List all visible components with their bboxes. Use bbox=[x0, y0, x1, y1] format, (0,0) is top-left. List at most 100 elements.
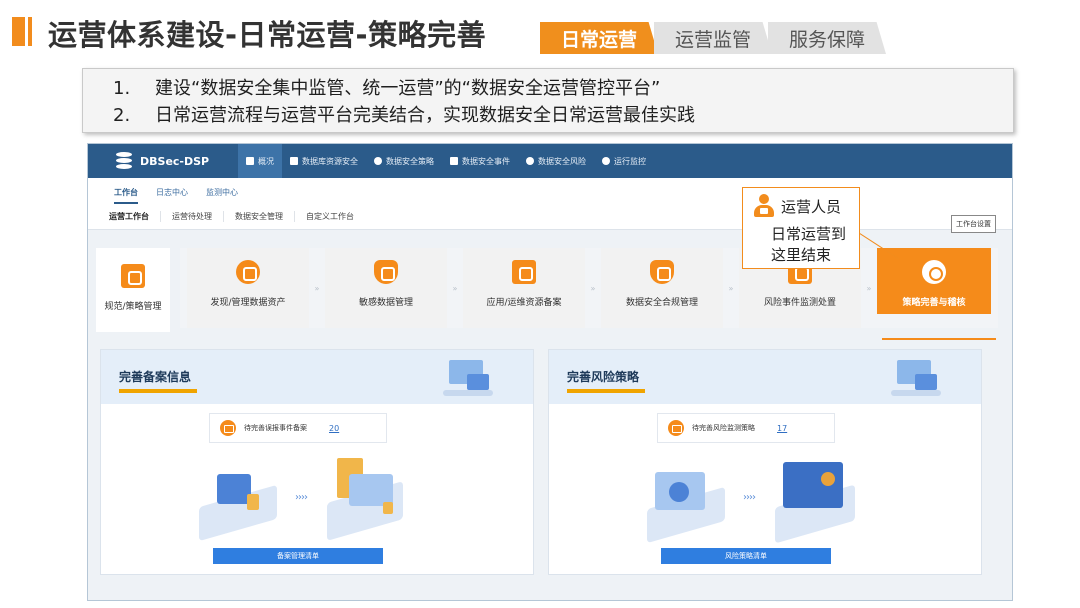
tab-daily-operation[interactable]: 日常运营 bbox=[540, 22, 658, 54]
nav-label: 数据安全策略 bbox=[386, 156, 434, 166]
point-text: 建设“数据安全集中监管、统一运营”的“数据安全运营管控平台” bbox=[155, 78, 661, 99]
flow-step-label: 数据安全合规管理 bbox=[625, 298, 698, 308]
todo-label: 待完善风险监测策略 bbox=[692, 424, 755, 432]
sub-nav: 工作台 日志中心 监测中心 bbox=[88, 178, 1012, 204]
callout-header: 运营人员 bbox=[743, 188, 859, 218]
slide-title: 运营体系建设-日常运营-策略完善 bbox=[48, 18, 487, 52]
flow-arrows-icon: ›››› bbox=[295, 492, 308, 503]
panel-filing-info: 完善备案信息 待完善误报事件备案 20 ›››› 备案管理清单 bbox=[100, 349, 534, 575]
sensitive-data-icon bbox=[374, 260, 398, 284]
brand-name: DBSec-DSP bbox=[140, 154, 210, 168]
risk-policy-list-button[interactable]: 风险策略清单 bbox=[661, 548, 831, 564]
key-point: 2. 日常运营流程与运营平台完美结合，实现数据安全日常运营最佳实践 bbox=[113, 102, 1013, 129]
mail-icon bbox=[668, 420, 684, 436]
database-icon bbox=[116, 152, 132, 170]
flow-step-label: 规范/策略管理 bbox=[104, 302, 162, 312]
flow-step-sensitive-data[interactable]: 敏感数据管理 bbox=[325, 248, 447, 328]
subnav-workbench[interactable]: 工作台 bbox=[114, 187, 138, 204]
risk-illustration: ›››› bbox=[647, 458, 887, 544]
flow-step-label: 敏感数据管理 bbox=[358, 298, 413, 308]
chevron-right-icon: » bbox=[590, 283, 596, 293]
callout-line: 这里结束 bbox=[771, 246, 832, 264]
workspace-setting-button[interactable]: 工作台设置 bbox=[951, 215, 996, 233]
policy-audit-icon bbox=[922, 260, 946, 284]
nav-runtime-monitor[interactable]: 运行监控 bbox=[594, 144, 654, 178]
flow-step-label: 应用/运维资源备案 bbox=[486, 298, 562, 308]
content-panels: 完善备案信息 待完善误报事件备案 20 ›››› 备案管理清单 完善风险策略 待… bbox=[100, 349, 990, 575]
tab-custom-workbench[interactable]: 自定义工作台 bbox=[295, 211, 365, 222]
todo-item[interactable]: 待完善风险监测策略 17 bbox=[657, 413, 835, 443]
title-accent-bar bbox=[12, 17, 32, 46]
title-underline bbox=[119, 389, 197, 393]
key-points-box: 1. 建设“数据安全集中监管、统一运营”的“数据安全运营管控平台” 2. 日常运… bbox=[82, 68, 1014, 133]
nav-overview[interactable]: 概况 bbox=[238, 144, 282, 178]
flow-step-asset-discovery[interactable]: 发现/管理数据资产 bbox=[187, 248, 309, 328]
app-brand[interactable]: DBSec-DSP bbox=[88, 152, 238, 170]
operator-callout: 运营人员 日常运营到 这里结束 bbox=[742, 187, 860, 269]
flow-step-policy[interactable]: 规范/策略管理 bbox=[96, 248, 170, 332]
callout-text: 日常运营到 这里结束 bbox=[743, 218, 859, 266]
chevron-right-icon: » bbox=[452, 283, 458, 293]
flow-step-label: 发现/管理数据资产 bbox=[210, 298, 286, 308]
filing-illustration: ›››› bbox=[199, 458, 439, 542]
asset-discovery-icon bbox=[236, 260, 260, 284]
active-step-underline bbox=[882, 338, 996, 340]
flow-step-label: 策略完善与稽核 bbox=[902, 298, 966, 308]
todo-count-link[interactable]: 20 bbox=[329, 424, 339, 433]
nav-label: 概况 bbox=[258, 156, 274, 166]
nav-database-security[interactable]: 数据库资源安全 bbox=[282, 144, 366, 178]
point-text: 日常运营流程与运营平台完美结合，实现数据安全日常运营最佳实践 bbox=[155, 105, 695, 126]
gear-icon bbox=[526, 157, 534, 165]
title-underline bbox=[567, 389, 645, 393]
operation-flow: 规范/策略管理 发现/管理数据资产 » 敏感数据管理 » 应用/运维资源备案 »… bbox=[96, 248, 998, 334]
tab-operation-workbench[interactable]: 运营工作台 bbox=[98, 211, 161, 222]
nav-label: 数据库资源安全 bbox=[302, 156, 358, 166]
resource-filing-icon bbox=[512, 260, 536, 284]
chevron-right-icon: » bbox=[728, 283, 734, 293]
panel-header: 完善备案信息 bbox=[101, 350, 533, 404]
tab-operation-supervision[interactable]: 运营监管 bbox=[654, 22, 772, 54]
panel-risk-policy: 完善风险策略 待完善风险监测策略 17 ›››› 风险策略清单 bbox=[548, 349, 982, 575]
nav-label: 数据安全事件 bbox=[462, 156, 510, 166]
slide-section-tabs: 日常运营 运营监管 服务保障 bbox=[540, 22, 886, 54]
flow-step-label: 风险事件监测处置 bbox=[763, 298, 836, 308]
key-point: 1. 建设“数据安全集中监管、统一运营”的“数据安全运营管控平台” bbox=[113, 75, 1013, 102]
workstation-illustration bbox=[891, 358, 943, 396]
panel-header: 完善风险策略 bbox=[549, 350, 981, 404]
todo-item[interactable]: 待完善误报事件备案 20 bbox=[209, 413, 387, 443]
gear-icon bbox=[602, 157, 610, 165]
flow-arrows-icon: ›››› bbox=[743, 492, 756, 503]
mail-icon bbox=[220, 420, 236, 436]
nav-security-risk[interactable]: 数据安全风险 bbox=[518, 144, 594, 178]
main-nav: 概况 数据库资源安全 数据安全策略 数据安全事件 数据安全风险 运行监控 bbox=[238, 144, 654, 178]
overview-icon bbox=[246, 157, 254, 165]
target-icon bbox=[374, 157, 382, 165]
chevron-right-icon: » bbox=[314, 283, 320, 293]
nav-security-policy[interactable]: 数据安全策略 bbox=[366, 144, 442, 178]
flow-step-compliance[interactable]: 数据安全合规管理 bbox=[601, 248, 723, 328]
flow-step-resource-filing[interactable]: 应用/运维资源备案 bbox=[463, 248, 585, 328]
dashboard-illustration bbox=[443, 358, 495, 396]
nav-label: 数据安全风险 bbox=[538, 156, 586, 166]
compliance-icon bbox=[650, 260, 674, 284]
filing-list-button[interactable]: 备案管理清单 bbox=[213, 548, 383, 564]
flow-steps: 发现/管理数据资产 » 敏感数据管理 » 应用/运维资源备案 » 数据安全合规管… bbox=[180, 248, 998, 328]
monitor-icon bbox=[290, 157, 298, 165]
todo-count-link[interactable]: 17 bbox=[777, 424, 787, 433]
app-screenshot: DBSec-DSP 概况 数据库资源安全 数据安全策略 数据安全事件 数据安全风… bbox=[87, 143, 1013, 601]
tab-data-security-management[interactable]: 数据安全管理 bbox=[224, 211, 295, 222]
nav-label: 运行监控 bbox=[614, 156, 646, 166]
events-icon bbox=[450, 157, 458, 165]
tab-operation-pending[interactable]: 运营待处理 bbox=[161, 211, 224, 222]
nav-security-events[interactable]: 数据安全事件 bbox=[442, 144, 518, 178]
policy-icon bbox=[121, 264, 145, 288]
operator-person-icon bbox=[753, 194, 775, 218]
point-number: 2. bbox=[113, 105, 131, 126]
subnav-log-center[interactable]: 日志中心 bbox=[156, 187, 188, 204]
tab-service-assurance[interactable]: 服务保障 bbox=[768, 22, 886, 54]
callout-role: 运营人员 bbox=[781, 197, 842, 216]
subnav-monitor-center[interactable]: 监测中心 bbox=[206, 187, 238, 204]
app-topbar: DBSec-DSP 概况 数据库资源安全 数据安全策略 数据安全事件 数据安全风… bbox=[88, 144, 1012, 178]
point-number: 1. bbox=[113, 78, 131, 99]
callout-pointer-line bbox=[859, 233, 899, 259]
